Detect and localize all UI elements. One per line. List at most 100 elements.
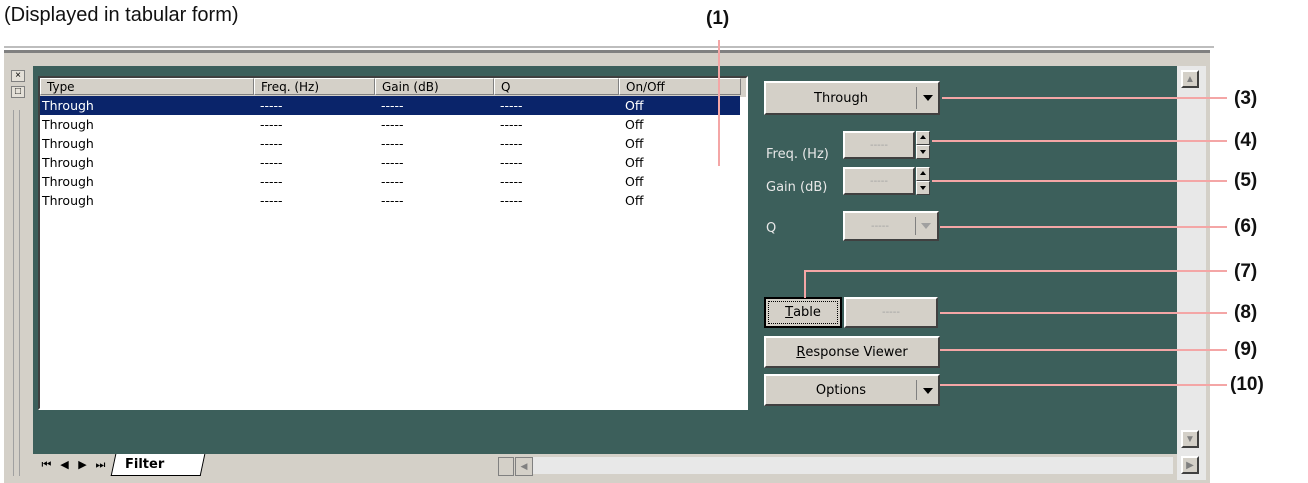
cell-gain: -----: [381, 155, 404, 170]
arrow-down-icon: [920, 150, 926, 154]
scroll-left-button[interactable]: ◀: [515, 457, 533, 476]
cell-onoff: Off: [625, 193, 644, 208]
filter-type-value: Through: [814, 90, 868, 106]
callout-5: (5): [1234, 170, 1258, 191]
strip-divider: [13, 110, 14, 476]
arrow-up-icon: [920, 135, 926, 139]
table-row[interactable]: Through ----- ----- ----- Off: [40, 191, 740, 210]
table-value-field[interactable]: -----: [844, 297, 938, 328]
callout-1: (1): [706, 8, 730, 29]
horizontal-scrollbar-track[interactable]: [533, 457, 1173, 474]
options-button[interactable]: Options: [764, 374, 940, 406]
next-tab-icon[interactable]: ▶: [75, 457, 90, 474]
filter-type-select[interactable]: Through: [764, 81, 940, 115]
scroll-right-button[interactable]: ▶: [1181, 456, 1199, 474]
last-tab-icon[interactable]: ⏭: [93, 457, 108, 474]
select-divider: [916, 87, 917, 109]
q-value: -----: [870, 220, 890, 232]
scroll-down-button[interactable]: ▼: [1181, 430, 1199, 448]
callout-10: (10): [1230, 374, 1264, 395]
figure-caption: (Displayed in tabular form): [4, 4, 239, 26]
cell-freq: -----: [260, 174, 283, 189]
gain-up-button[interactable]: [916, 167, 930, 181]
gain-field[interactable]: -----: [843, 167, 915, 195]
cell-gain: -----: [381, 98, 404, 113]
table-row[interactable]: Through ----- ----- ----- Off: [40, 96, 740, 115]
restore-icon[interactable]: □: [11, 86, 25, 98]
response-viewer-button[interactable]: Response Viewer: [764, 336, 940, 368]
cell-freq: -----: [260, 117, 283, 132]
column-header-onoff[interactable]: On/Off: [619, 78, 741, 95]
cell-type: Through: [42, 98, 94, 113]
callout-7: (7): [1234, 261, 1258, 282]
cell-gain: -----: [381, 193, 404, 208]
callout-line-4: [932, 140, 1227, 142]
cell-gain: -----: [381, 117, 404, 132]
cell-gain: -----: [381, 136, 404, 151]
chevron-down-icon: [923, 388, 933, 394]
callout-line-5: [932, 180, 1227, 182]
table-row[interactable]: Through ----- ----- ----- Off: [40, 115, 740, 134]
cell-freq: -----: [260, 136, 283, 151]
table-row[interactable]: Through ----- ----- ----- Off: [40, 134, 740, 153]
cell-gain: -----: [381, 174, 404, 189]
cell-q: -----: [500, 155, 523, 170]
cell-q: -----: [500, 174, 523, 189]
cell-freq: -----: [260, 98, 283, 113]
column-header-gain[interactable]: Gain (dB): [375, 78, 494, 95]
left-control-strip: [8, 66, 26, 478]
cell-onoff: Off: [625, 98, 644, 113]
callout-line-3: [942, 97, 1227, 99]
callout-8: (8): [1234, 302, 1258, 323]
freq-field[interactable]: -----: [843, 131, 915, 159]
cell-type: Through: [42, 136, 94, 151]
tab-filter-label: Filter: [125, 457, 165, 472]
cell-onoff: Off: [625, 174, 644, 189]
table-button-label: able: [793, 305, 821, 320]
column-header-type[interactable]: Type: [40, 78, 254, 95]
freq-down-button[interactable]: [916, 145, 930, 159]
close-icon[interactable]: ×: [11, 70, 25, 82]
select-divider: [915, 217, 916, 235]
arrow-up-icon: [920, 171, 926, 175]
freq-up-button[interactable]: [916, 131, 930, 145]
cell-freq: -----: [260, 155, 283, 170]
filter-table[interactable]: Type Freq. (Hz) Gain (dB) Q On/Off Throu…: [38, 76, 748, 410]
callout-line-9: [940, 349, 1227, 351]
response-viewer-mnemonic: R: [796, 344, 806, 360]
cell-onoff: Off: [625, 117, 644, 132]
cell-type: Through: [42, 193, 94, 208]
chevron-down-icon: [921, 223, 931, 229]
q-label: Q: [766, 221, 777, 236]
table-header: Type Freq. (Hz) Gain (dB) Q On/Off: [40, 78, 746, 97]
cell-onoff: Off: [625, 155, 644, 170]
callout-line-7-drop: [804, 270, 806, 298]
column-header-freq[interactable]: Freq. (Hz): [254, 78, 375, 95]
vertical-scrollbar[interactable]: ▲ ▼ ▶: [1177, 66, 1206, 480]
table-button[interactable]: Table: [764, 297, 842, 328]
gain-down-button[interactable]: [916, 181, 930, 195]
first-tab-icon[interactable]: ⏮: [39, 457, 54, 474]
prev-tab-icon[interactable]: ◀: [57, 457, 72, 474]
callout-line-6: [940, 226, 1227, 228]
column-header-q[interactable]: Q: [494, 78, 619, 95]
q-select[interactable]: -----: [843, 211, 939, 241]
cell-q: -----: [500, 136, 523, 151]
cell-q: -----: [500, 117, 523, 132]
select-divider: [916, 380, 917, 400]
cell-freq: -----: [260, 193, 283, 208]
callout-line-8: [940, 312, 1227, 314]
table-row[interactable]: Through ----- ----- ----- Off: [40, 153, 740, 172]
table-button-mnemonic: T: [785, 305, 794, 320]
sheet-tab-bar: ⏮ ◀ ▶ ⏭ Filter ◀: [33, 454, 1177, 480]
cell-q: -----: [500, 98, 523, 113]
callout-3: (3): [1234, 88, 1258, 109]
tab-splitter[interactable]: [498, 457, 514, 476]
response-viewer-label: esponse Viewer: [805, 344, 908, 360]
table-row[interactable]: Through ----- ----- ----- Off: [40, 172, 740, 191]
scroll-up-button[interactable]: ▲: [1181, 70, 1199, 88]
callout-line-1: [718, 40, 720, 166]
options-label: Options: [815, 382, 867, 398]
strip-divider: [19, 110, 20, 476]
window-top-border: [4, 46, 1214, 48]
